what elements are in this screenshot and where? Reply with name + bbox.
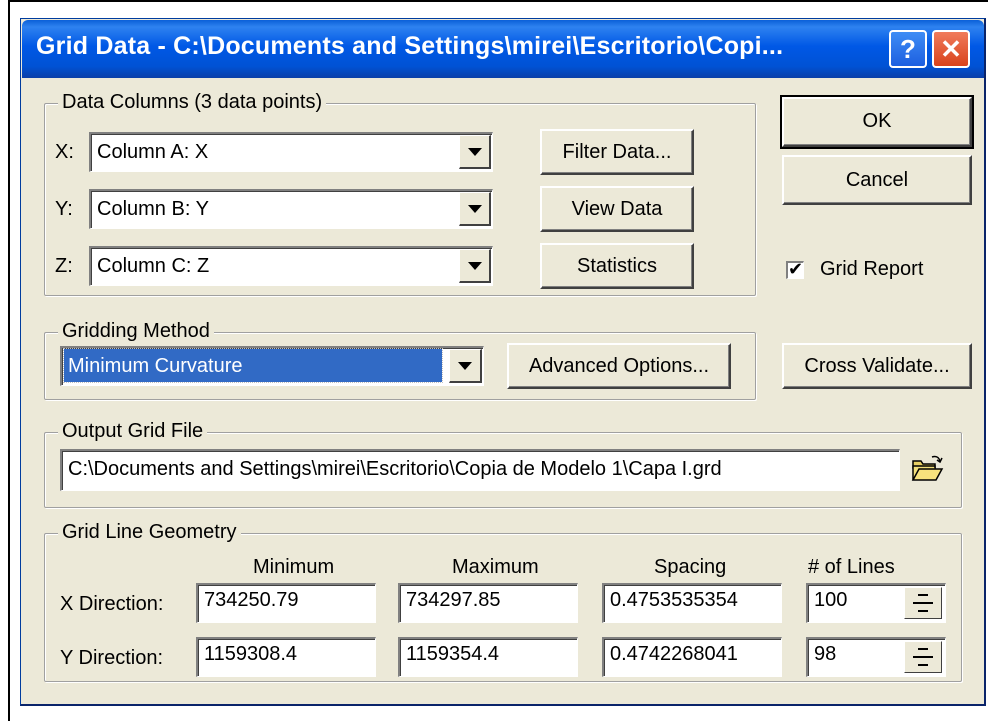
y-direction-label: Y Direction: <box>60 647 164 669</box>
column-header-maximum: Maximum <box>452 556 539 578</box>
spin-up-icon <box>918 594 928 596</box>
chevron-down-icon <box>468 205 482 213</box>
close-icon: ✕ <box>940 34 962 64</box>
spin-divider <box>913 656 933 658</box>
gridding-method-legend: Gridding Method <box>58 320 214 343</box>
output-grid-file-legend: Output Grid File <box>58 420 208 443</box>
z-column-label: Z: <box>55 255 73 277</box>
y-num-lines-spinner[interactable] <box>904 641 942 673</box>
x-direction-label: X Direction: <box>60 593 164 615</box>
statistics-button[interactable]: Statistics <box>540 243 694 289</box>
z-column-value: Column C: Z <box>97 255 210 277</box>
spin-down-icon <box>918 610 928 612</box>
grid-report-label[interactable]: Grid Report <box>820 258 923 281</box>
data-columns-legend: Data Columns (3 data points) <box>58 91 327 114</box>
spin-up-icon <box>918 648 928 650</box>
gridding-method-value: Minimum Curvature <box>68 355 243 377</box>
open-folder-icon <box>911 455 944 481</box>
x-spacing-field[interactable]: 0.4753535354 <box>602 583 782 623</box>
ok-button[interactable]: OK <box>780 95 974 149</box>
x-column-value: Column A: X <box>97 141 209 163</box>
gridding-method-dropdown[interactable] <box>449 349 482 383</box>
help-button[interactable]: ? <box>889 30 927 68</box>
window-title: Grid Data - C:\Documents and Settings\mi… <box>36 32 784 60</box>
x-column-dropdown[interactable] <box>459 135 491 169</box>
column-header-minimum: Minimum <box>253 556 335 578</box>
filter-data-button[interactable]: Filter Data... <box>540 129 694 175</box>
chevron-down-icon <box>468 262 482 270</box>
z-column-dropdown[interactable] <box>459 249 491 283</box>
chevron-down-icon <box>458 362 472 370</box>
y-column-dropdown[interactable] <box>459 192 491 226</box>
browse-button[interactable] <box>910 454 944 484</box>
checkmark-icon: ✔ <box>788 259 804 279</box>
x-maximum-field[interactable]: 734297.85 <box>398 583 578 623</box>
x-num-lines-spinner[interactable] <box>904 587 942 619</box>
y-minimum-field[interactable]: 1159308.4 <box>196 637 376 677</box>
y-column-label: Y: <box>55 198 73 220</box>
cross-validate-button[interactable]: Cross Validate... <box>782 343 972 389</box>
grid-report-checkbox[interactable]: ✔ <box>786 259 804 279</box>
cancel-button[interactable]: Cancel <box>782 155 972 205</box>
x-column-label: X: <box>55 141 74 163</box>
y-maximum-field[interactable]: 1159354.4 <box>398 637 578 677</box>
y-column-value: Column B: Y <box>97 198 209 220</box>
chevron-down-icon <box>468 148 482 156</box>
advanced-options-button[interactable]: Advanced Options... <box>507 343 731 389</box>
view-data-button[interactable]: View Data <box>540 186 694 232</box>
grid-line-geometry-legend: Grid Line Geometry <box>58 521 241 544</box>
close-button[interactable]: ✕ <box>932 30 970 68</box>
output-grid-file-field[interactable]: C:\Documents and Settings\mirei\Escritor… <box>60 449 900 491</box>
column-header-num-lines: # of Lines <box>808 556 895 578</box>
x-minimum-field[interactable]: 734250.79 <box>196 583 376 623</box>
column-header-spacing: Spacing <box>654 556 727 578</box>
help-icon: ? <box>900 34 916 64</box>
spin-divider <box>913 602 933 604</box>
spin-down-icon <box>918 664 928 666</box>
y-spacing-field[interactable]: 0.4742268041 <box>602 637 782 677</box>
